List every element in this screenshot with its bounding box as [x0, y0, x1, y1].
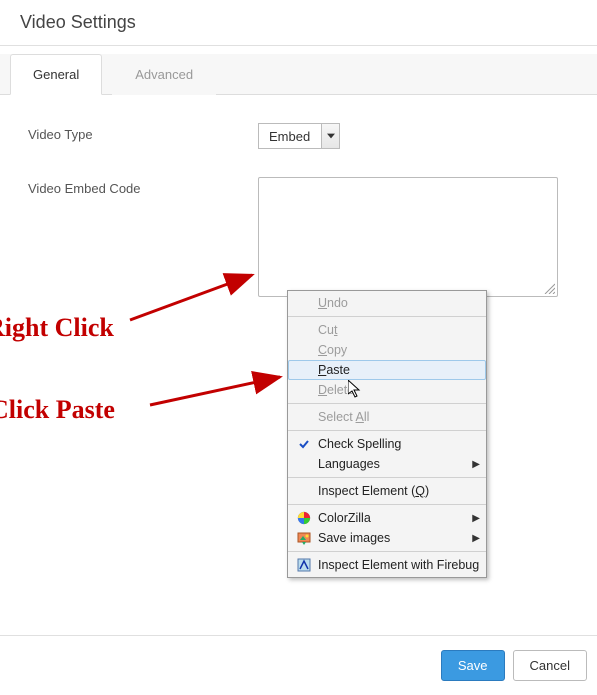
tab-general[interactable]: General [10, 54, 102, 95]
dialog-title: Video Settings [0, 0, 597, 45]
video-type-select[interactable]: Embed [258, 123, 340, 149]
ctx-copy[interactable]: Copy [288, 340, 486, 360]
divider [288, 551, 486, 552]
ctx-undo[interactable]: Undo [288, 293, 486, 313]
ctx-cut[interactable]: Cut [288, 320, 486, 340]
ctx-delete[interactable]: Delete [288, 380, 486, 400]
divider [288, 504, 486, 505]
ctx-inspect-element[interactable]: Inspect Element (Q) [288, 481, 486, 501]
colorzilla-icon [294, 511, 314, 525]
submenu-arrow-icon: ▶ [470, 459, 480, 470]
firebug-icon [294, 558, 314, 572]
ctx-save-images[interactable]: Save images ▶ [288, 528, 486, 548]
divider [288, 403, 486, 404]
divider [288, 316, 486, 317]
cancel-button[interactable]: Cancel [513, 650, 587, 681]
field-video-type: Video Type Embed [28, 123, 577, 149]
label-video-type: Video Type [28, 123, 258, 142]
save-images-icon [294, 531, 314, 545]
content: Video Type Embed Video Embed Code Undo C… [0, 95, 597, 635]
chevron-down-icon[interactable] [321, 124, 339, 148]
video-type-value: Embed [259, 129, 321, 144]
submenu-arrow-icon: ▶ [470, 533, 480, 544]
embed-code-textarea[interactable] [258, 177, 558, 297]
context-menu: Undo Cut Copy Paste Delete Select All [287, 290, 487, 578]
divider [0, 45, 597, 46]
label-embed-code: Video Embed Code [28, 177, 258, 196]
ctx-colorzilla[interactable]: ColorZilla ▶ [288, 508, 486, 528]
save-button[interactable]: Save [441, 650, 505, 681]
ctx-select-all[interactable]: Select All [288, 407, 486, 427]
resize-grip-icon[interactable] [543, 282, 555, 294]
dialog-footer: Save Cancel [0, 635, 597, 695]
tab-advanced[interactable]: Advanced [112, 54, 216, 95]
check-icon [294, 438, 314, 450]
submenu-arrow-icon: ▶ [470, 513, 480, 524]
ctx-languages[interactable]: Languages ▶ [288, 454, 486, 474]
tab-row: General Advanced [0, 54, 597, 95]
ctx-paste[interactable]: Paste [288, 360, 486, 380]
divider [288, 430, 486, 431]
divider [288, 477, 486, 478]
ctx-inspect-firebug[interactable]: Inspect Element with Firebug [288, 555, 486, 575]
ctx-check-spelling[interactable]: Check Spelling [288, 434, 486, 454]
field-embed-code: Video Embed Code [28, 177, 577, 297]
